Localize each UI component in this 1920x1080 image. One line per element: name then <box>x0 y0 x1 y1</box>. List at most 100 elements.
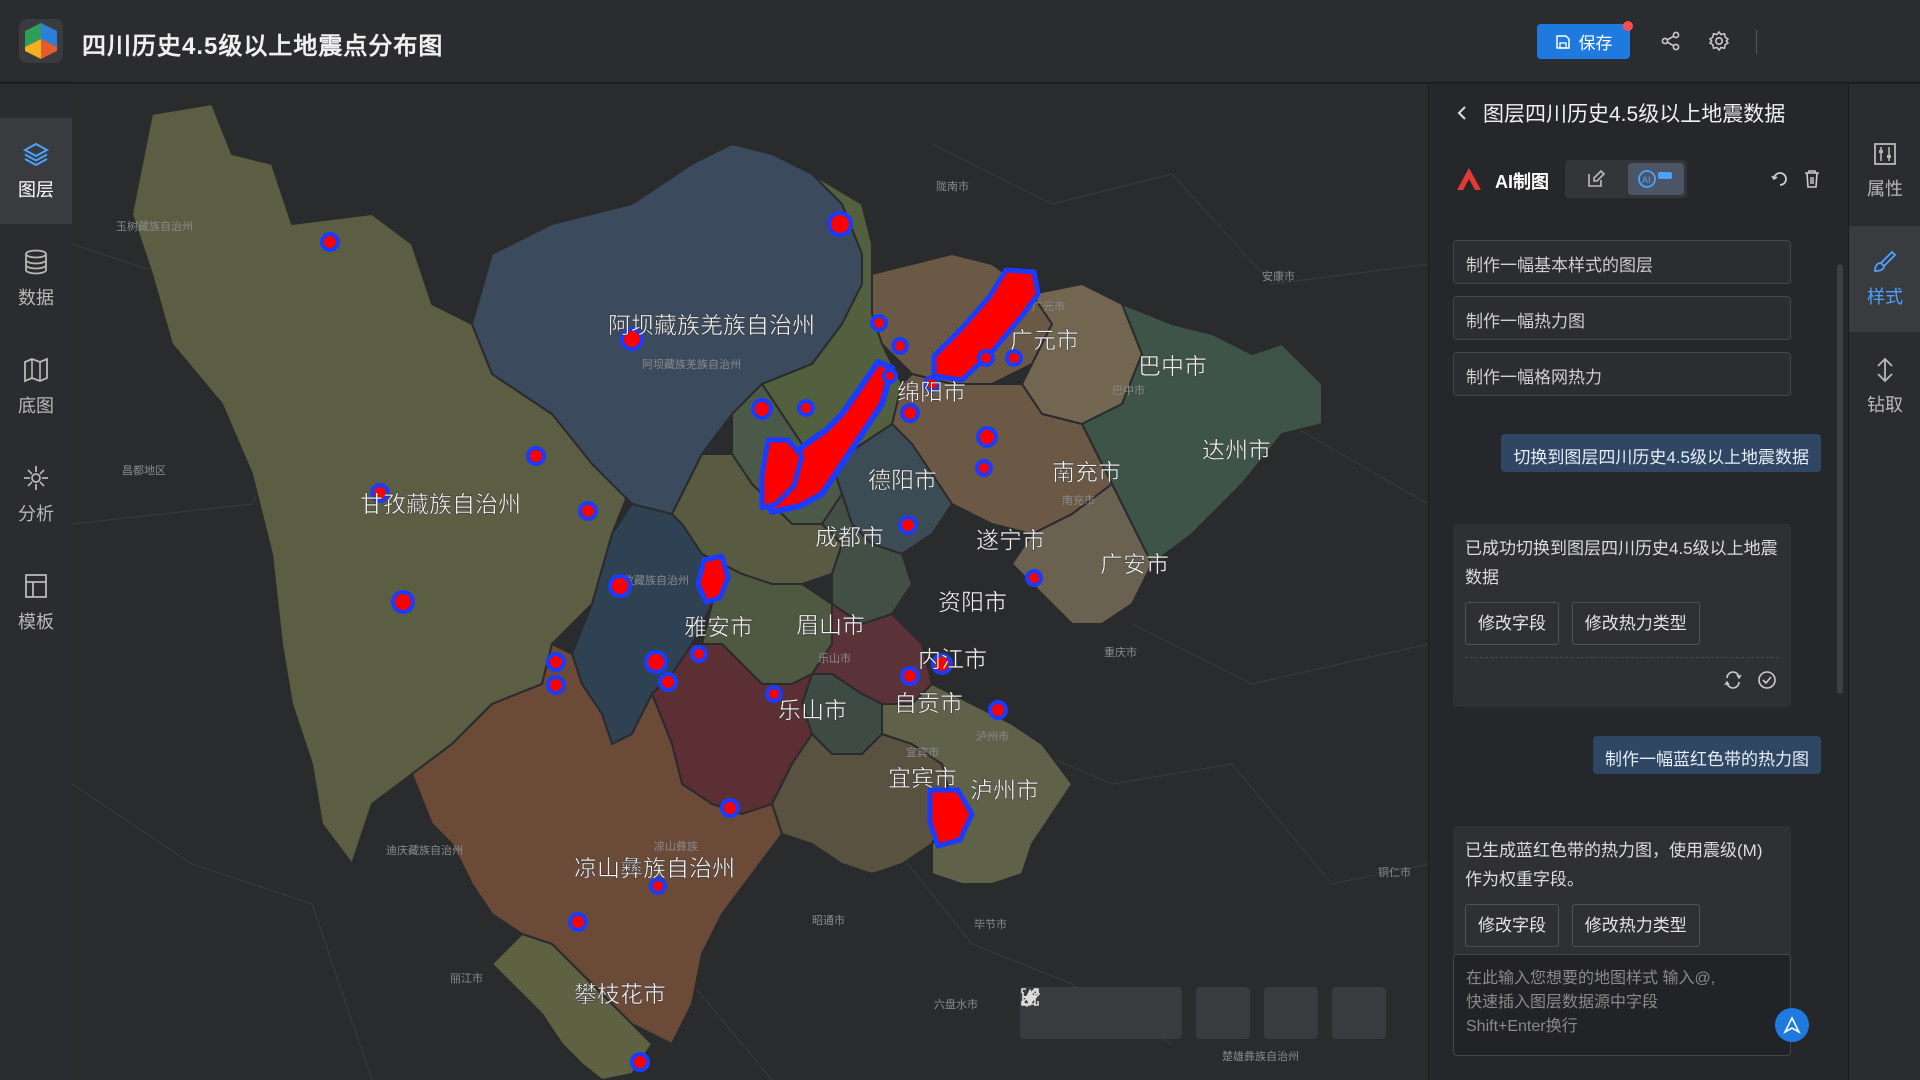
sidebar-item-basemap[interactable]: 底图 <box>0 334 72 440</box>
zoom-group <box>1020 987 1182 1039</box>
bg-label: 六盘水市 <box>934 997 978 1011</box>
bg-label: 南充市 <box>1062 493 1095 507</box>
region-label: 泸州市 <box>970 777 1039 803</box>
svg-text:AI: AI <box>1642 175 1651 185</box>
map-canvas[interactable]: 玉树藏族自治州 昌都地区 陇南市 安康市 重庆市 迪庆藏族自治州 丽江市 昭通市… <box>72 84 1428 1080</box>
toolbar-divider <box>1756 30 1757 54</box>
sidebar-item-label: 分析 <box>18 504 54 524</box>
region-label: 乐山市 <box>778 697 847 723</box>
assistant-message-text: 已成功切换到图层四川历史4.5级以上地震数据 <box>1465 539 1778 587</box>
sidebar-item-drill[interactable]: 钻取 <box>1849 334 1920 440</box>
ai-chat-area[interactable]: 制作一幅基本样式的图层 制作一幅热力图 制作一幅格网热力 切换到图层四川历史4.… <box>1429 214 1849 1014</box>
bg-label: 陇南市 <box>936 179 969 193</box>
chat-scrollbar[interactable] <box>1837 264 1843 694</box>
share-button[interactable] <box>1658 28 1684 54</box>
sidebar-item-style[interactable]: 样式 <box>1849 226 1920 332</box>
database-icon <box>25 249 47 275</box>
suggestion-chip[interactable]: 制作一幅热力图 <box>1453 296 1791 340</box>
modify-field-button[interactable]: 修改字段 <box>1465 904 1559 947</box>
manual-edit-tab[interactable] <box>1568 163 1624 195</box>
send-button[interactable] <box>1775 1008 1809 1042</box>
ai-logo-icon <box>1457 168 1481 190</box>
save-button[interactable]: 保存 <box>1537 21 1633 59</box>
region-label: 眉山市 <box>796 612 865 638</box>
screenshot-button[interactable] <box>1021 987 1250 1039</box>
region-label: 宜宾市 <box>888 765 957 791</box>
bg-label: 宜宾市 <box>906 745 939 759</box>
sidebar-item-layers[interactable]: 图层 <box>0 118 72 224</box>
edit-icon <box>1022 987 1040 1005</box>
bg-label: 广元市 <box>1032 299 1065 313</box>
back-chevron-icon[interactable] <box>1455 105 1469 121</box>
accept-check-icon[interactable] <box>1757 670 1777 690</box>
settings-button[interactable] <box>1706 28 1732 54</box>
template-icon <box>25 574 47 598</box>
ai-toolbar: AI制图 AI <box>1429 154 1849 204</box>
style-brush-icon <box>1874 250 1897 272</box>
map-svg[interactable]: 玉树藏族自治州 昌都地区 陇南市 安康市 重庆市 迪庆藏族自治州 丽江市 昭通市… <box>72 84 1428 1080</box>
save-icon <box>1555 34 1570 49</box>
ai-label: AI制图 <box>1495 172 1549 192</box>
measure-button[interactable] <box>1021 987 1318 1039</box>
region-label: 绵阳市 <box>897 379 966 405</box>
edit-button[interactable] <box>1022 987 1386 1039</box>
bg-label: 凉山彝族 <box>654 839 698 853</box>
regenerate-icon[interactable] <box>1723 670 1743 690</box>
assistant-message: 已成功切换到图层四川历史4.5级以上地震数据 修改字段 修改热力类型 <box>1453 524 1791 707</box>
modify-heat-type-button[interactable]: 修改热力类型 <box>1571 904 1700 947</box>
app-title: 四川历史4.5级以上地震点分布图 <box>82 33 444 60</box>
region-layer[interactable] <box>130 102 1323 1080</box>
compass-button[interactable] <box>1024 987 1182 1039</box>
sidebar-item-properties[interactable]: 属性 <box>1849 118 1920 224</box>
analysis-icon <box>24 466 48 490</box>
edit-icon <box>1588 169 1606 187</box>
sidebar-item-template[interactable]: 模板 <box>0 550 72 656</box>
bg-label: 楚雄彝族自治州 <box>1222 1049 1299 1063</box>
ai-prompt-input[interactable]: 在此输入您想要的地图样式 输入@, 快速插入图层数据源中字段 Shift+Ent… <box>1453 954 1791 1056</box>
region-label: 遂宁市 <box>976 527 1045 553</box>
suggestion-chip[interactable]: 制作一幅基本样式的图层 <box>1453 240 1791 284</box>
region-label: 达州市 <box>1202 437 1271 463</box>
region-label: 甘孜藏族自治州 <box>360 491 521 517</box>
user-message: 制作一幅蓝红色带的热力图 <box>1593 736 1821 774</box>
region-label: 德阳市 <box>868 467 937 493</box>
bg-label: 安康市 <box>1262 269 1295 283</box>
refresh-icon[interactable] <box>1769 168 1791 190</box>
sidebar-item-analysis[interactable]: 分析 <box>0 442 72 548</box>
unsaved-indicator <box>1623 21 1633 31</box>
drill-icon <box>1877 357 1893 383</box>
sidebar-item-label: 样式 <box>1867 287 1903 307</box>
modify-field-button[interactable]: 修改字段 <box>1465 602 1559 645</box>
bg-label: 泸州市 <box>976 729 1009 743</box>
bg-label: 巴中市 <box>1112 383 1145 397</box>
share-icon <box>1661 31 1680 51</box>
sidebar-item-data[interactable]: 数据 <box>0 226 72 332</box>
ai-mode-tab[interactable]: AI <box>1628 163 1684 195</box>
region-label: 南充市 <box>1052 459 1121 485</box>
basemap-icon <box>24 357 48 383</box>
bg-label: 乐山市 <box>818 651 851 665</box>
zoom-out-button[interactable] <box>1023 987 1128 1039</box>
ai-mode-tabs: AI <box>1565 160 1687 198</box>
sidebar-item-label: 数据 <box>18 288 54 308</box>
bg-label: 毕节市 <box>974 917 1007 931</box>
layer-style-panel: 图层四川历史4.5级以上地震数据 AI制图 AI 制作一幅基本样式的图层 制作一… <box>1428 84 1848 1080</box>
top-bar: 四川历史4.5级以上地震点分布图 保存 <box>0 0 1920 83</box>
bg-label: 阿坝藏族羌族自治州 <box>642 357 741 371</box>
region-label: 资阳市 <box>938 589 1007 615</box>
screenshot-group <box>1021 987 1250 1039</box>
sidebar-item-label: 属性 <box>1867 179 1903 199</box>
region-label: 雅安市 <box>684 614 753 640</box>
gear-icon <box>1708 30 1730 52</box>
panel-header: 图层四川历史4.5级以上地震数据 <box>1429 84 1849 142</box>
bg-label: 昌都地区 <box>122 464 166 477</box>
suggestion-chip[interactable]: 制作一幅格网热力 <box>1453 352 1791 396</box>
sidebar-item-label: 底图 <box>18 396 54 416</box>
user-message: 切换到图层四川历史4.5级以上地震数据 <box>1501 434 1821 472</box>
region-label: 内江市 <box>918 646 987 672</box>
region-label: 广安市 <box>1100 551 1169 577</box>
region-label: 阿坝藏族羌族自治州 <box>608 312 815 338</box>
modify-heat-type-button[interactable]: 修改热力类型 <box>1571 602 1700 645</box>
delete-icon[interactable] <box>1801 168 1823 190</box>
properties-icon <box>1874 143 1896 165</box>
